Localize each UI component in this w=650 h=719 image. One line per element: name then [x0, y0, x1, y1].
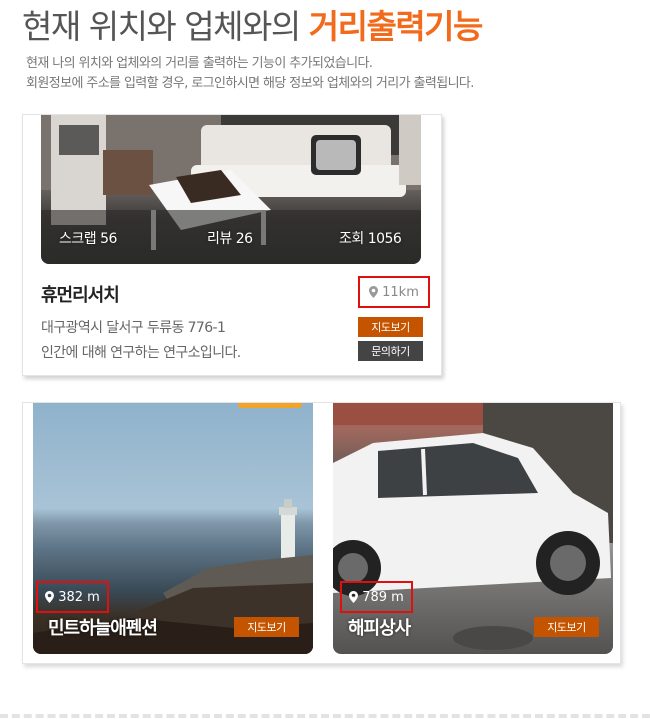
business-photo-1[interactable]: 382 m 민트하늘애펜션 지도보기 [33, 403, 313, 654]
title-highlight: 거리출력기능 [308, 7, 484, 46]
map-pin-icon [369, 286, 379, 298]
business-name-2[interactable]: 해피상사 [348, 614, 411, 640]
inquiry-button[interactable]: 문의하기 [358, 341, 423, 361]
distance-badge-2: 789 m [340, 581, 413, 613]
business-description: 인간에 대해 연구하는 연구소입니다. [41, 345, 241, 361]
title-normal: 현재 위치와 업체와의 [22, 7, 301, 46]
distance-value: 11km [382, 284, 419, 300]
description-line-2: 회원정보에 주소를 입력할 경우, 로그인하시면 해당 정보와 업체와의 거리가… [26, 76, 474, 91]
map-view-button[interactable]: 지도보기 [358, 317, 423, 337]
distance-value-2: 789 m [362, 589, 404, 605]
description-line-1: 현재 나의 위치와 업체와의 거리를 출력하는 기능이 추가되었습니다. [26, 56, 373, 71]
business-card-large: 스크랩 56 리뷰 26 조회 1056 휴먼리서치 11km 대구광역시 달서… [22, 114, 442, 376]
map-view-button-1[interactable]: 지도보기 [234, 617, 299, 637]
business-photo[interactable]: 스크랩 56 리뷰 26 조회 1056 [41, 115, 421, 264]
scrap-count: 스크랩 56 [59, 231, 117, 247]
view-count: 조회 1056 [339, 231, 402, 247]
business-photo-2[interactable]: 789 m 해피상사 지도보기 [333, 403, 613, 654]
business-name-1[interactable]: 민트하늘애펜션 [48, 614, 158, 640]
description: 현재 나의 위치와 업체와의 거리를 출력하는 기능이 추가되었습니다. 회원정… [26, 54, 474, 94]
map-pin-icon [45, 591, 55, 603]
section-divider [0, 714, 650, 718]
distance-value-1: 382 m [58, 589, 100, 605]
business-name[interactable]: 휴먼리서치 [41, 281, 120, 307]
page-title: 현재 위치와 업체와의 거리출력기능 [22, 0, 484, 48]
map-pin-icon [349, 591, 359, 603]
distance-badge: 11km [358, 276, 430, 308]
map-view-button-2[interactable]: 지도보기 [534, 617, 599, 637]
review-count: 리뷰 26 [207, 231, 253, 247]
business-card-pair: 382 m 민트하늘애펜션 지도보기 789 m 해피상사 지도보기 [22, 402, 621, 664]
distance-badge-1: 382 m [36, 581, 109, 613]
business-address: 대구광역시 달서구 두류동 776-1 [41, 320, 226, 336]
